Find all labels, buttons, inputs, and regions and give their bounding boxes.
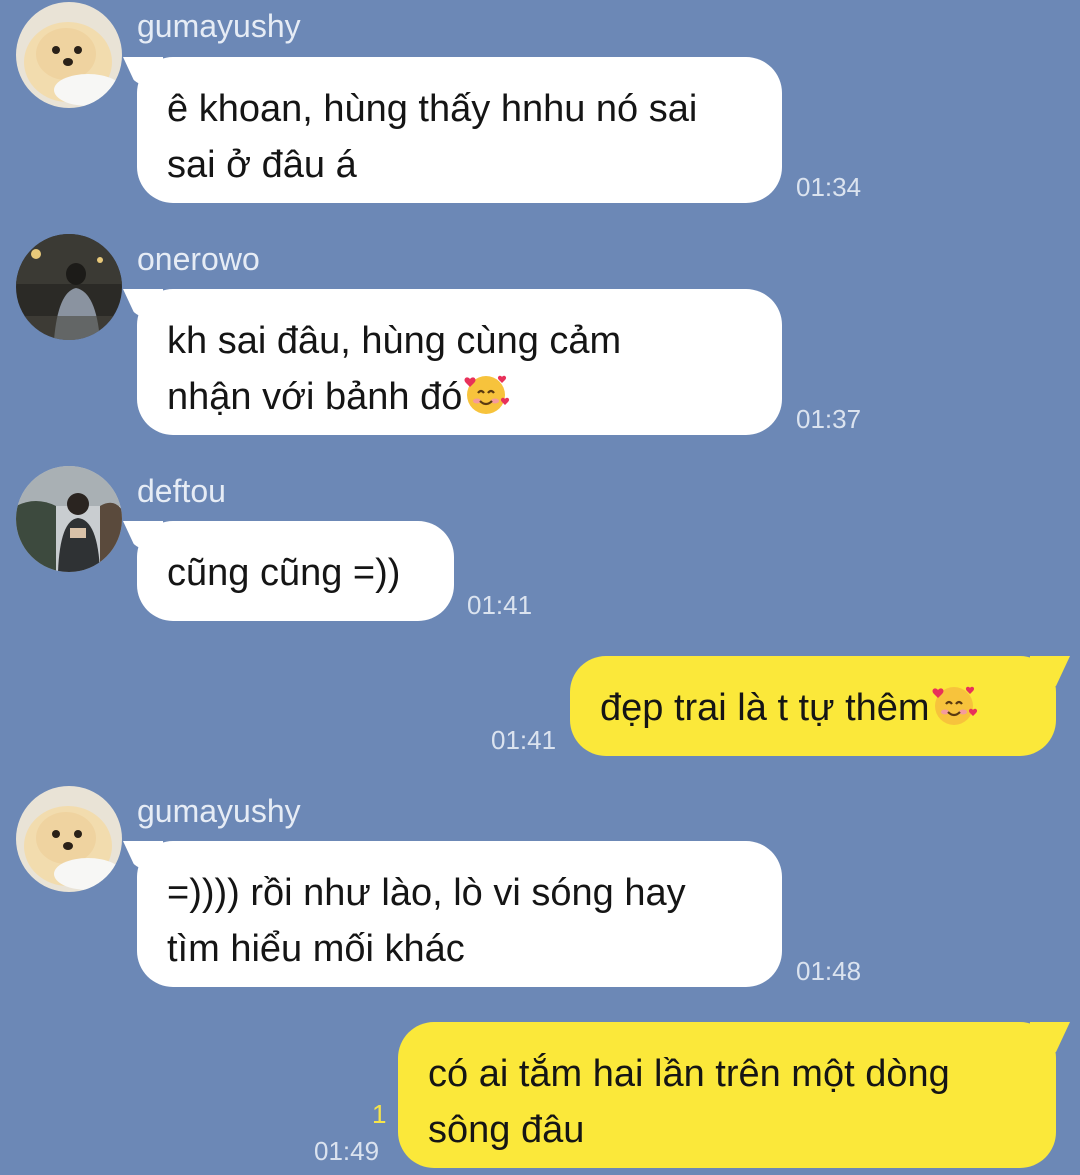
avatar-gumayushy[interactable] [16, 786, 122, 892]
pomeranian-dog-avatar-icon [16, 786, 122, 892]
message-bubble[interactable]: kh sai đâu, hùng cùng cảm nhận với bảnh … [137, 289, 782, 435]
message-time: 01:48 [796, 956, 862, 986]
message-time: 01:49 [314, 1136, 380, 1166]
smiling-face-with-hearts-icon [930, 680, 978, 728]
sender-name: onerowo [137, 241, 260, 277]
read-count: 1 [372, 1099, 387, 1129]
smiling-face-with-hearts-icon [462, 369, 510, 417]
outdoor-person-avatar-icon [16, 466, 122, 572]
sender-name: deftou [137, 473, 226, 509]
message-line: =)))) rồi như lào, lò vi sóng hay [167, 872, 686, 914]
message-line: đẹp trai là t tự thêm [600, 687, 930, 729]
message-line-with-emoji: nhận với bảnh đó [167, 369, 752, 425]
message-line: ê khoan, hùng thấy hnhu nó sai [167, 88, 698, 130]
message-time: 01:41 [491, 725, 557, 755]
avatar-deftou[interactable] [16, 466, 122, 572]
message-line: cũng cũng =)) [167, 552, 401, 594]
sender-name: gumayushy [137, 8, 301, 44]
sender-name: gumayushy [137, 793, 301, 829]
message-bubble[interactable]: có ai tắm hai lần trên một dòng sông đâu [398, 1022, 1056, 1168]
message-time: 01:41 [467, 590, 533, 620]
message-line: sông đâu [428, 1109, 585, 1151]
message-line: kh sai đâu, hùng cùng cảm [167, 320, 622, 362]
avatar-gumayushy[interactable] [16, 2, 122, 108]
message-line: có ai tắm hai lần trên một dòng [428, 1053, 950, 1095]
message-time: 01:37 [796, 404, 862, 434]
avatar-onerowo[interactable] [16, 234, 122, 340]
message-bubble[interactable]: cũng cũng =)) [137, 521, 454, 621]
pomeranian-dog-avatar-icon [16, 2, 122, 108]
message-bubble[interactable]: =)))) rồi như lào, lò vi sóng hay tìm hi… [137, 841, 782, 987]
message-line-with-emoji: đẹp trai là t tự thêm [600, 680, 1026, 736]
message-line: sai ở đâu á [167, 144, 357, 186]
night-street-person-avatar-icon [16, 234, 122, 340]
message-bubble[interactable]: ê khoan, hùng thấy hnhu nó sai sai ở đâu… [137, 57, 782, 203]
message-bubble[interactable]: đẹp trai là t tự thêm [570, 656, 1056, 756]
message-line: nhận với bảnh đó [167, 376, 463, 418]
message-line: tìm hiểu mối khác [167, 928, 465, 970]
message-time: 01:34 [796, 172, 862, 202]
